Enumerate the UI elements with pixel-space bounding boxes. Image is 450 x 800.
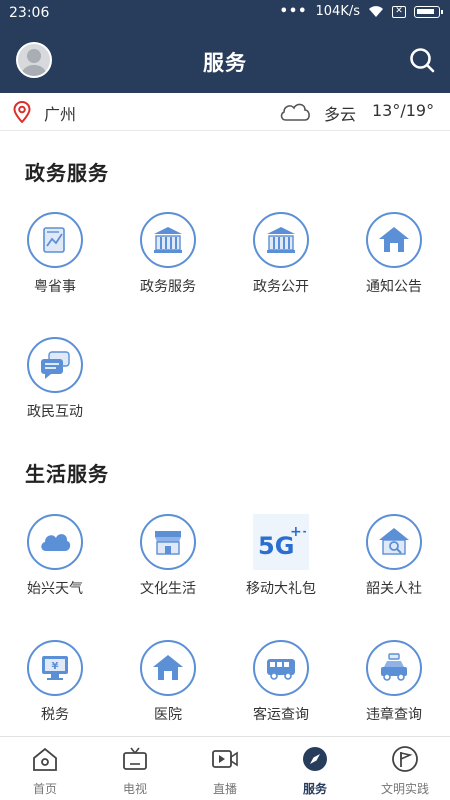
city-name: 广州 [44,105,77,124]
home-icon [33,747,57,771]
nav-label: 文明实践 [380,782,429,796]
svg-text:¥: ¥ [52,661,59,672]
service-label: 政务公开 [253,279,309,295]
service-hospital[interactable]: 医院 [113,640,223,724]
service-label: 移动大礼包 [246,581,316,597]
status-time: 23:06 [9,5,50,21]
service-bus-query[interactable]: 客运查询 [226,640,336,724]
house-icon [379,227,409,252]
service-shaoguan-hr[interactable]: 韶关人社 [339,514,449,598]
service-zhengmin-hudong[interactable]: 政民互动 [0,337,110,421]
status-bar: 23:06 ••• 104K/s ✕ [0,0,450,27]
svg-text:++: ++ [290,524,306,540]
section-title-government: 政务服务 [25,161,109,185]
section-title-life: 生活服务 [25,462,109,486]
service-culture[interactable]: 文化生活 [113,514,223,598]
cloud-icon [41,534,71,551]
svg-text:5G: 5G [258,532,294,560]
page-title: 服务 [203,51,247,75]
service-tax[interactable]: ¥ 税务 [0,640,110,724]
bus-icon [267,659,295,680]
service-label: 医院 [154,707,182,723]
service-label: 粤省事 [34,279,76,295]
service-mobile-package[interactable]: 5G ++ 移动大礼包 [226,514,336,598]
service-label: 税务 [41,707,69,723]
service-zhengwu-fuwu[interactable]: 政务服务 [113,212,223,296]
tv-icon [123,747,147,770]
service-label: 始兴天气 [27,581,83,597]
weather-bar[interactable]: 广州 多云 13°/19° [0,93,450,131]
house-search-icon [379,528,409,555]
nav-service[interactable]: 服务 [270,737,360,800]
service-weather[interactable]: 始兴天气 [0,514,110,598]
battery-icon [414,5,443,18]
bottom-nav: 首页 电视 直播 服务 文明实践 [0,736,450,800]
nav-label: 首页 [32,782,57,796]
document-chart-icon [43,227,65,253]
cloud-icon [280,103,310,121]
hospital-icon [153,655,183,680]
wifi-icon [369,6,383,17]
service-label: 通知公告 [366,279,422,295]
service-label: 政务服务 [140,279,196,295]
weather-condition: 多云 [324,105,357,124]
service-zhengwu-gongkai[interactable]: 政务公开 [226,212,336,296]
nav-civilization-practice[interactable]: 文明实践 [360,737,450,800]
shop-icon [155,531,181,555]
nav-tv[interactable]: 电视 [90,737,180,800]
nav-live[interactable]: 直播 [180,737,270,800]
government-building-icon [267,227,295,253]
service-label: 客运查询 [253,707,309,723]
car-icon [381,653,407,681]
service-yueshengshi[interactable]: 粤省事 [0,212,110,296]
service-violation-query[interactable]: 违章查询 [339,640,449,724]
notification-dots: ••• [279,4,308,19]
network-speed: 104K/s [315,4,361,19]
live-video-icon [212,750,238,768]
nav-label: 电视 [122,782,147,796]
service-label: 违章查询 [366,707,422,723]
app-header: 服务 [0,27,450,93]
no-sim-icon: ✕ [392,5,406,18]
compass-icon [303,747,327,771]
chat-bubbles-icon [41,351,70,379]
service-label: 韶关人社 [366,581,422,597]
nav-label: 服务 [302,782,327,796]
service-label: 政民互动 [27,404,83,420]
government-building-icon [154,227,182,253]
service-label: 文化生活 [140,581,196,597]
search-icon[interactable] [408,46,436,74]
flag-circle-icon [392,746,418,772]
location-pin-icon [13,101,31,123]
nav-label: 直播 [212,782,237,796]
temperature: 13°/19° [372,101,435,120]
service-tongzhi-gonggao[interactable]: 通知公告 [339,212,449,296]
tax-monitor-icon: ¥ [42,656,68,680]
nav-home[interactable]: 首页 [0,737,90,800]
5g-plus-icon: 5G ++ [258,524,306,560]
